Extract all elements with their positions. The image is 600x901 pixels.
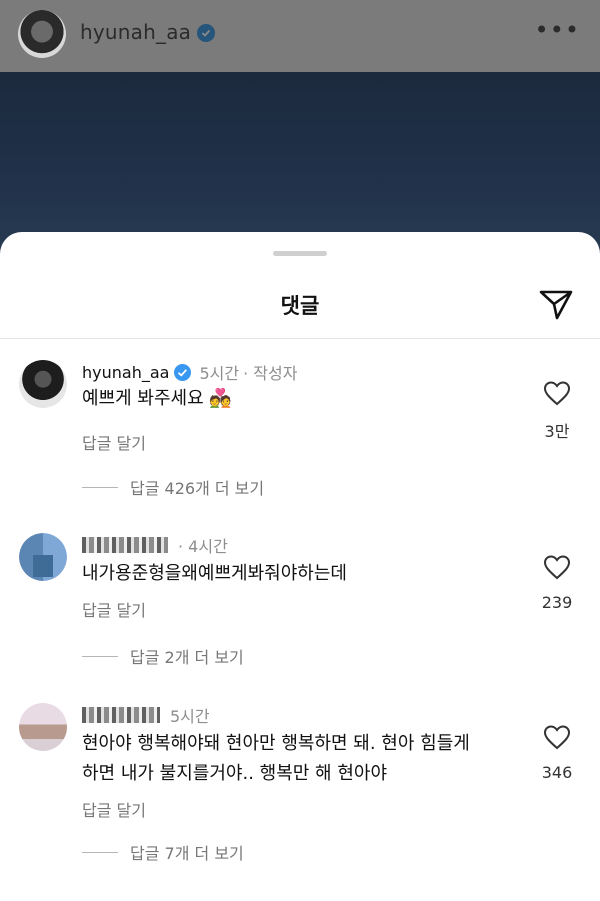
comment-text-line: 하면 내가 불지를거야.. 행복만 해 현아야 — [82, 763, 388, 784]
like-count: 239 — [541, 593, 573, 612]
drag-handle[interactable] — [273, 251, 327, 256]
like-count: 3만 — [544, 422, 570, 441]
divider — [82, 655, 118, 657]
avatar[interactable] — [19, 703, 67, 751]
view-replies-label: 답글 426개 더 보기 — [130, 479, 265, 498]
comment-header: hyunah_aa 5시간 · 작성자 — [82, 360, 297, 384]
divider — [0, 338, 600, 339]
like-count: 346 — [541, 763, 573, 782]
redacted-username — [82, 707, 160, 723]
avatar[interactable] — [19, 533, 67, 581]
reply-button[interactable]: 답글 달기 — [82, 597, 146, 621]
avatar[interactable] — [18, 10, 66, 58]
comment-time: 5시간 — [199, 364, 240, 383]
couple-emoji: 💑 — [209, 388, 232, 409]
comment-text-line: 현아야 행복해야돼 현아만 행복하면 돼. 현아 힘들게 — [82, 733, 470, 754]
reply-button[interactable]: 답글 달기 — [82, 430, 146, 454]
comment-header: · 4시간 — [82, 533, 228, 557]
comment-text: 예쁘게 봐주세요 💑 — [82, 384, 232, 414]
avatar[interactable] — [19, 360, 67, 408]
verified-badge-icon — [174, 363, 192, 381]
post-username[interactable]: hyunah_aa — [80, 20, 191, 44]
view-replies-button[interactable]: 답글 426개 더 보기 — [82, 475, 264, 499]
view-replies-button[interactable]: 답글 7개 더 보기 — [82, 840, 244, 864]
comment-username[interactable]: hyunah_aa — [82, 363, 169, 382]
comment-time: 5시간 — [170, 707, 210, 726]
comment-header: 5시간 — [82, 703, 210, 727]
view-replies-label: 답글 2개 더 보기 — [130, 648, 244, 667]
comment-time: · 4시간 — [178, 537, 228, 556]
reply-button[interactable]: 답글 달기 — [82, 797, 146, 821]
heart-icon[interactable] — [543, 724, 571, 750]
redacted-username — [82, 537, 168, 553]
author-label: · 작성자 — [243, 364, 298, 383]
comment-text: 현아야 행복해야돼 현아만 행복하면 돼. 현아 힘들게 하면 내가 불지를거야… — [82, 729, 470, 789]
heart-icon[interactable] — [543, 380, 571, 406]
sheet-title: 댓글 — [280, 294, 320, 318]
comments-sheet: 댓글 hyunah_aa 5시간 · 작성자 예쁘게 봐주세요 💑 답글 달기 … — [0, 232, 600, 901]
more-icon[interactable]: ••• — [535, 16, 580, 44]
view-replies-button[interactable]: 답글 2개 더 보기 — [82, 644, 244, 668]
comment-body: 예쁘게 봐주세요 — [82, 388, 204, 409]
heart-icon[interactable] — [543, 554, 571, 580]
verified-badge-icon — [197, 24, 215, 42]
comment-text: 내가용준형을왜예쁘게봐줘야하는데 — [82, 563, 347, 584]
post-header: hyunah_aa ••• — [0, 0, 600, 72]
divider — [82, 486, 118, 488]
view-replies-label: 답글 7개 더 보기 — [130, 844, 244, 863]
share-icon[interactable] — [538, 286, 574, 322]
divider — [82, 851, 118, 853]
